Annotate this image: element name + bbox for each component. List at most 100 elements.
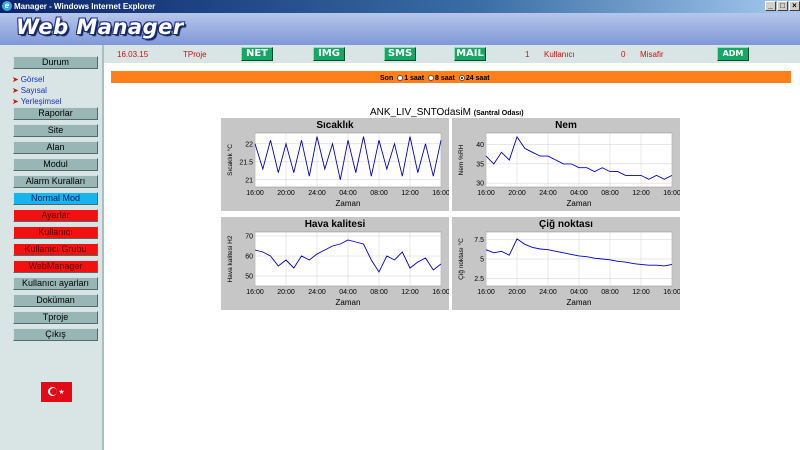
chart-svg: 50 60 70 16:00 20:00 24:00 04:00 08:00 12:00 16:0… <box>227 231 449 307</box>
date-label: 16.03.15 <box>117 50 149 59</box>
sensor-name: ANK_LIV_SNTOdasiM <box>370 107 471 118</box>
maximize-icon[interactable]: □ <box>777 1 788 11</box>
mail-button[interactable]: MAIL <box>454 47 486 61</box>
user-count: 1 <box>525 50 530 59</box>
y-tick-label: 70 <box>245 234 253 241</box>
window-title: Manager - Windows Internet Explorer <box>14 2 156 11</box>
y-tick-label: 35 <box>476 161 484 168</box>
sublink-yerlesimsel[interactable]: ➤ Yerleşimsel <box>12 97 61 106</box>
img-button[interactable]: IMG <box>313 47 345 61</box>
radio-24-saat[interactable] <box>458 75 465 81</box>
x-tick-label: 16:00 <box>432 289 449 296</box>
x-tick-label: 16:00 <box>663 190 680 197</box>
x-tick-label: 04:00 <box>570 289 588 296</box>
nav-normal-mod[interactable]: Normal Mod <box>13 192 98 205</box>
y-tick-label: 50 <box>245 274 253 281</box>
chart-svg: 30 35 40 16:00 20:00 24:00 04:00 08:00 12:00 16:0… <box>458 132 680 208</box>
arrow-right-icon: ➤ <box>12 86 19 95</box>
range-label: Son <box>380 75 394 82</box>
x-axis-label: Zaman <box>336 199 361 208</box>
radio-1-saat[interactable] <box>397 75 404 81</box>
x-axis-label: Zaman <box>336 298 361 307</box>
x-tick-label: 24:00 <box>539 190 557 197</box>
x-tick-label: 12:00 <box>401 289 419 296</box>
sms-button[interactable]: SMS <box>384 47 416 61</box>
nav-cikis[interactable]: Çıkış <box>13 328 98 341</box>
y-tick-label: 21.5 <box>239 159 253 166</box>
nav-kullanici[interactable]: Kullanıcı <box>13 226 98 239</box>
x-tick-label: 16:00 <box>477 289 495 296</box>
chart-sicaklik: Sıcaklık 21 21.5 22 16:00 20:00 24:00 04:00 08:0… <box>221 118 449 211</box>
x-tick-label: 20:00 <box>277 289 295 296</box>
y-axis-label: Nem %RH <box>458 144 465 175</box>
x-tick-label: 04:00 <box>339 190 357 197</box>
nav-modul[interactable]: Modul <box>13 158 98 171</box>
user-label: Kullanıcı <box>544 50 575 59</box>
nav-durum[interactable]: Durum <box>13 56 98 69</box>
minimize-icon[interactable]: _ <box>765 1 776 11</box>
y-tick-label: 7.5 <box>474 237 484 244</box>
x-tick-label: 12:00 <box>632 289 650 296</box>
nav-ayarlar[interactable]: Ayarlar <box>13 209 98 222</box>
sublink-gorsel[interactable]: ➤ Görsel <box>12 75 44 84</box>
nav-dokuman[interactable]: Doküman <box>13 294 98 307</box>
nav-kullanici-grubu[interactable]: Kullanıcı Grubu <box>13 243 98 256</box>
y-tick-label: 40 <box>476 142 484 149</box>
chart-cig-noktasi: Çiğ noktası 2.5 5 7.5 16:00 20:00 24:00 04:00 08… <box>452 217 680 310</box>
nav-webmanager[interactable]: WebManager <box>13 260 98 273</box>
x-tick-label: 24:00 <box>308 289 326 296</box>
x-tick-label: 04:00 <box>570 190 588 197</box>
x-tick-label: 16:00 <box>663 289 680 296</box>
nav-alan[interactable]: Alan <box>13 141 98 154</box>
arrow-right-icon: ➤ <box>12 75 19 84</box>
nav-kullanici-ayarlari[interactable]: Kullanıcı ayarları <box>13 277 98 290</box>
internet-explorer-icon: e <box>2 1 12 11</box>
x-axis-label: Zaman <box>567 199 592 208</box>
x-tick-label: 24:00 <box>308 190 326 197</box>
nav-site[interactable]: Site <box>13 124 98 137</box>
x-tick-label: 20:00 <box>277 190 295 197</box>
y-tick-label: 5 <box>480 257 484 264</box>
chart-nem: Nem 30 35 40 16:00 20:00 24:00 04:00 08:00 12:00 1… <box>452 118 680 211</box>
net-button[interactable]: NET <box>241 47 273 61</box>
nav-tproje[interactable]: Tproje <box>13 311 98 324</box>
x-tick-label: 08:00 <box>601 190 619 197</box>
x-tick-label: 16:00 <box>246 289 264 296</box>
sensor-title: ANK_LIV_SNTOdasiM (Santral Odası) <box>370 107 524 118</box>
x-tick-label: 20:00 <box>508 190 526 197</box>
arrow-right-icon: ➤ <box>12 97 19 106</box>
x-tick-label: 24:00 <box>539 289 557 296</box>
status-bar: 16.03.15 TProje NET IMG SMS MAIL 1 Kulla… <box>104 45 800 63</box>
x-tick-label: 16:00 <box>246 190 264 197</box>
y-tick-label: 30 <box>476 181 484 188</box>
x-tick-label: 08:00 <box>370 190 388 197</box>
y-tick-label: 22 <box>245 141 253 148</box>
y-tick-label: 60 <box>245 254 253 261</box>
sublink-sayisal[interactable]: ➤ Sayısal <box>12 86 47 95</box>
turkish-flag-icon[interactable]: ★ <box>41 382 72 402</box>
app-logo: Web Manager <box>16 15 184 39</box>
y-axis-label: Sıcaklık °C <box>226 144 234 176</box>
x-tick-label: 12:00 <box>632 190 650 197</box>
x-tick-label: 08:00 <box>370 289 388 296</box>
admin-button[interactable]: ADM <box>717 47 749 61</box>
x-tick-label: 12:00 <box>401 190 419 197</box>
guest-label: Misafir <box>640 50 664 59</box>
guest-count: 0 <box>621 50 626 59</box>
nav-raporlar[interactable]: Raporlar <box>13 107 98 120</box>
x-tick-label: 08:00 <box>601 289 619 296</box>
y-axis-label: Hava kalitesi H2 <box>227 235 234 282</box>
close-icon[interactable]: × <box>789 1 800 11</box>
radio-8-saat[interactable] <box>428 75 434 81</box>
sensor-location: (Santral Odası) <box>473 110 524 117</box>
project-label: TProje <box>183 50 207 59</box>
nav-alarm-kurallari[interactable]: Alarm Kuralları <box>13 175 98 188</box>
x-tick-label: 16:00 <box>432 190 449 197</box>
x-tick-label: 20:00 <box>508 289 526 296</box>
window-title-bar: e Manager - Windows Internet Explorer _ … <box>0 0 800 13</box>
y-tick-label: 2.5 <box>474 276 484 283</box>
chart-svg: 21 21.5 22 16:00 20:00 24:00 04:00 08:00 12:00 16… <box>226 132 449 208</box>
y-axis-label: Çiğ noktası °C <box>457 238 465 280</box>
chart-hava-kalitesi: Hava kalitesi 50 60 70 16:00 20:00 24:00 04:00 0… <box>221 217 449 310</box>
time-range-selector: Son 1 saat 8 saat 24 saat <box>380 75 490 82</box>
